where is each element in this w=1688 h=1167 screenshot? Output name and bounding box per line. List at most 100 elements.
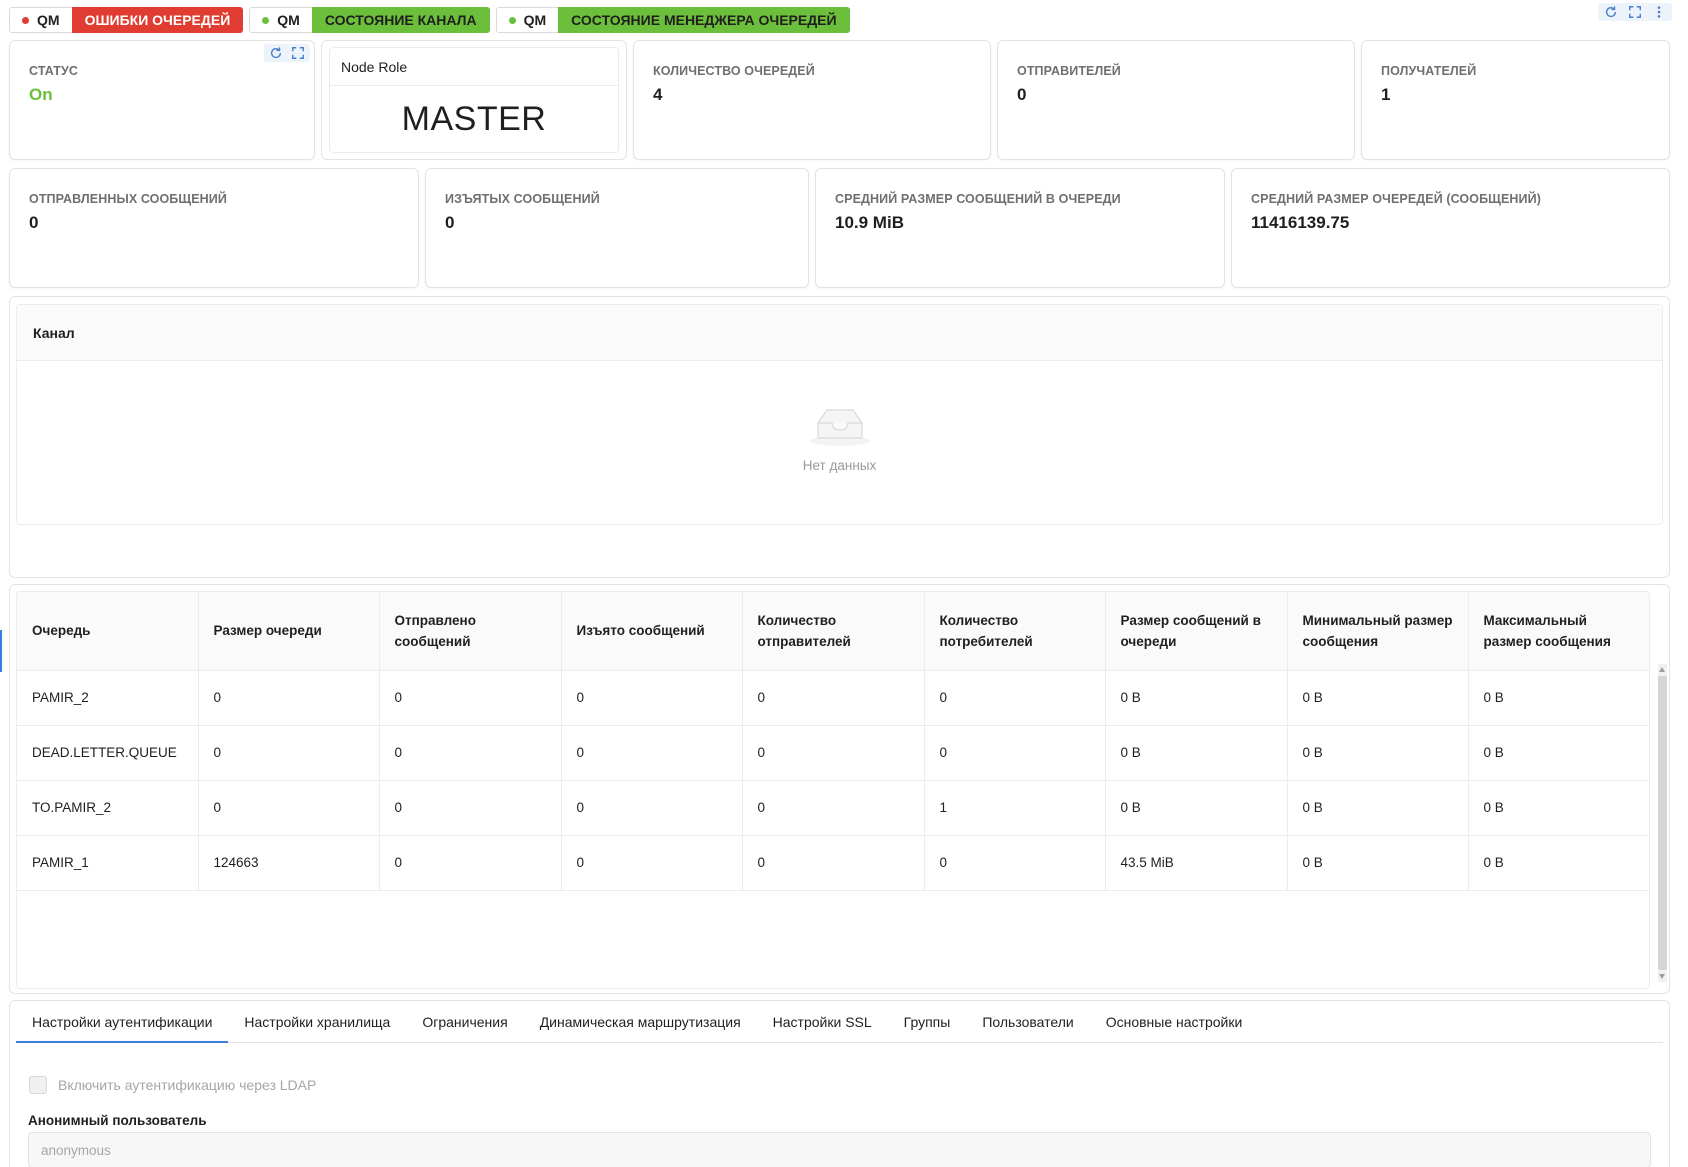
sent-messages-label: ОТПРАВЛЕННЫХ СООБЩЕНИЙ (29, 192, 227, 206)
table-cell: 0 B (1468, 670, 1649, 726)
badge-channel-state[interactable]: QM СОСТОЯНИЕ КАНАЛА (249, 7, 490, 33)
tab-storage-settings[interactable]: Настройки хранилища (228, 1011, 406, 1043)
table-cell: 0 B (1105, 725, 1288, 781)
status-badges: QM ОШИБКИ ОЧЕРЕДЕЙ QM СОСТОЯНИЕ КАНАЛА Q… (9, 7, 850, 33)
table-cell: 0 (561, 835, 743, 891)
table-cell: 0 B (1468, 780, 1649, 836)
settings-tabs: Настройки аутентификации Настройки храни… (16, 1011, 1663, 1043)
badge-prefix: QM (277, 12, 300, 28)
table-cell: 0 B (1468, 725, 1649, 781)
anonymous-user-field[interactable] (28, 1132, 1651, 1167)
scroll-up-icon[interactable] (1659, 667, 1665, 672)
table-cell: 124663 (198, 835, 380, 891)
inbox-empty-icon (809, 409, 870, 446)
channel-panel: Канал Нет данных (9, 296, 1670, 578)
ldap-checkbox-row: Включить аутентификацию через LDAP (29, 1076, 316, 1094)
table-cell: 0 (198, 725, 380, 781)
table-cell: 0 (198, 670, 380, 726)
table-cell: 0 (198, 780, 380, 836)
channel-header: Канал (17, 305, 1662, 361)
badge-manager-state[interactable]: QM СОСТОЯНИЕ МЕНЕДЖЕРА ОЧЕРЕДЕЙ (495, 7, 850, 33)
column-header[interactable]: Размер очереди (198, 592, 380, 671)
table-cell: 0 (561, 670, 743, 726)
taken-messages-card: ИЗЪЯТЫХ СООБЩЕНИЙ 0 (425, 168, 809, 288)
receivers-card: ПОЛУЧАТЕЛЕЙ 1 (1361, 40, 1670, 160)
table-cell: PAMIR_2 (17, 670, 199, 726)
column-header[interactable]: Количество потребителей (924, 592, 1106, 671)
table-cell: 1 (924, 780, 1106, 836)
table-row[interactable]: TO.PAMIR_2 0 0 0 0 1 0 B 0 B 0 B (17, 780, 1649, 836)
refresh-icon[interactable] (269, 46, 283, 60)
table-cell: 0 (379, 725, 562, 781)
table-cell: 0 (924, 725, 1106, 781)
card-toolbar (264, 44, 310, 62)
refresh-icon[interactable] (1604, 5, 1618, 19)
queues-table: Очередь Размер очереди Отправлено сообще… (16, 591, 1650, 989)
tab-general-settings[interactable]: Основные настройки (1090, 1011, 1259, 1043)
node-role-card: Node Role MASTER (321, 40, 627, 160)
avg-message-size-card: СРЕДНИЙ РАЗМЕР СООБЩЕНИЙ В ОЧЕРЕДИ 10.9 … (815, 168, 1225, 288)
sent-messages-value: 0 (29, 213, 39, 232)
senders-value: 0 (1017, 85, 1027, 104)
table-cell: 0 (561, 725, 743, 781)
avg-message-size-label: СРЕДНИЙ РАЗМЕР СООБЩЕНИЙ В ОЧЕРЕДИ (835, 192, 1121, 206)
column-header[interactable]: Размер сообщений в очереди (1105, 592, 1288, 671)
node-role-value: MASTER (401, 100, 547, 138)
table-scrollbar[interactable] (1658, 664, 1667, 982)
status-value: On (29, 85, 53, 104)
table-cell: 0 (742, 725, 925, 781)
tab-ssl-settings[interactable]: Настройки SSL (757, 1011, 888, 1043)
tab-dynamic-routing[interactable]: Динамическая маршрутизация (524, 1011, 757, 1043)
side-indicator (0, 630, 2, 672)
taken-messages-value: 0 (445, 213, 455, 232)
table-cell: 0 B (1105, 780, 1288, 836)
receivers-label: ПОЛУЧАТЕЛЕЙ (1381, 64, 1477, 78)
table-cell: 0 (379, 835, 562, 891)
column-header[interactable]: Очередь (17, 592, 199, 671)
table-cell: TO.PAMIR_2 (17, 780, 199, 836)
scroll-thumb[interactable] (1658, 676, 1667, 970)
column-header[interactable]: Количество отправителей (742, 592, 925, 671)
table-cell: 0 (924, 670, 1106, 726)
badge-prefix: QM (37, 12, 60, 28)
table-cell: 0 (379, 780, 562, 836)
badge-prefix: QM (523, 12, 547, 28)
table-cell: 0 B (1287, 835, 1469, 891)
avg-queue-size-value: 11416139.75 (1251, 213, 1350, 232)
table-row[interactable]: PAMIR_1 124663 0 0 0 0 43.5 MiB 0 B 0 B (17, 835, 1649, 891)
tab-groups[interactable]: Группы (888, 1011, 967, 1043)
scroll-down-icon[interactable] (1659, 974, 1665, 979)
badge-label: СОСТОЯНИЕ КАНАЛА (311, 7, 490, 33)
more-icon[interactable] (1652, 5, 1666, 19)
fullscreen-icon[interactable] (291, 46, 305, 60)
status-dot-icon (22, 16, 29, 24)
tab-auth-settings[interactable]: Настройки аутентификации (16, 1011, 229, 1043)
table-cell: 0 (742, 670, 925, 726)
table-row[interactable]: DEAD.LETTER.QUEUE 0 0 0 0 0 0 B 0 B 0 B (17, 725, 1649, 781)
anonymous-user-label: Анонимный пользователь (28, 1113, 207, 1128)
queues-count-value: 4 (653, 85, 663, 104)
queues-count-card: КОЛИЧЕСТВО ОЧЕРЕДЕЙ 4 (633, 40, 991, 160)
column-header[interactable]: Отправлено сообщений (379, 592, 562, 671)
table-cell: PAMIR_1 (17, 835, 199, 891)
badge-queue-errors[interactable]: QM ОШИБКИ ОЧЕРЕДЕЙ (9, 7, 244, 33)
table-cell: 0 (742, 780, 925, 836)
tab-users[interactable]: Пользователи (966, 1011, 1089, 1043)
sent-messages-card: ОТПРАВЛЕННЫХ СООБЩЕНИЙ 0 (9, 168, 419, 288)
fullscreen-icon[interactable] (1628, 5, 1642, 19)
table-cell: 0 B (1287, 670, 1469, 726)
table-cell: 0 (379, 670, 562, 726)
taken-messages-label: ИЗЪЯТЫХ СООБЩЕНИЙ (445, 192, 600, 206)
column-header[interactable]: Изъято сообщений (561, 592, 743, 671)
avg-queue-size-label: СРЕДНИЙ РАЗМЕР ОЧЕРЕДЕЙ (СООБЩЕНИЙ) (1251, 192, 1541, 206)
node-role-title: Node Role (330, 48, 618, 86)
column-header[interactable]: Минимальный размер сообщения (1287, 592, 1469, 671)
table-row[interactable]: PAMIR_2 0 0 0 0 0 0 B 0 B 0 B (17, 670, 1649, 726)
receivers-value: 1 (1381, 85, 1391, 104)
column-header[interactable]: Максимальный размер сообщения (1468, 592, 1649, 671)
table-cell: 43.5 MiB (1105, 835, 1288, 891)
tab-limits[interactable]: Ограничения (406, 1011, 523, 1043)
ldap-checkbox[interactable] (29, 1076, 47, 1094)
empty-state: Нет данных (17, 405, 1662, 473)
senders-card: ОТПРАВИТЕЛЕЙ 0 (997, 40, 1355, 160)
